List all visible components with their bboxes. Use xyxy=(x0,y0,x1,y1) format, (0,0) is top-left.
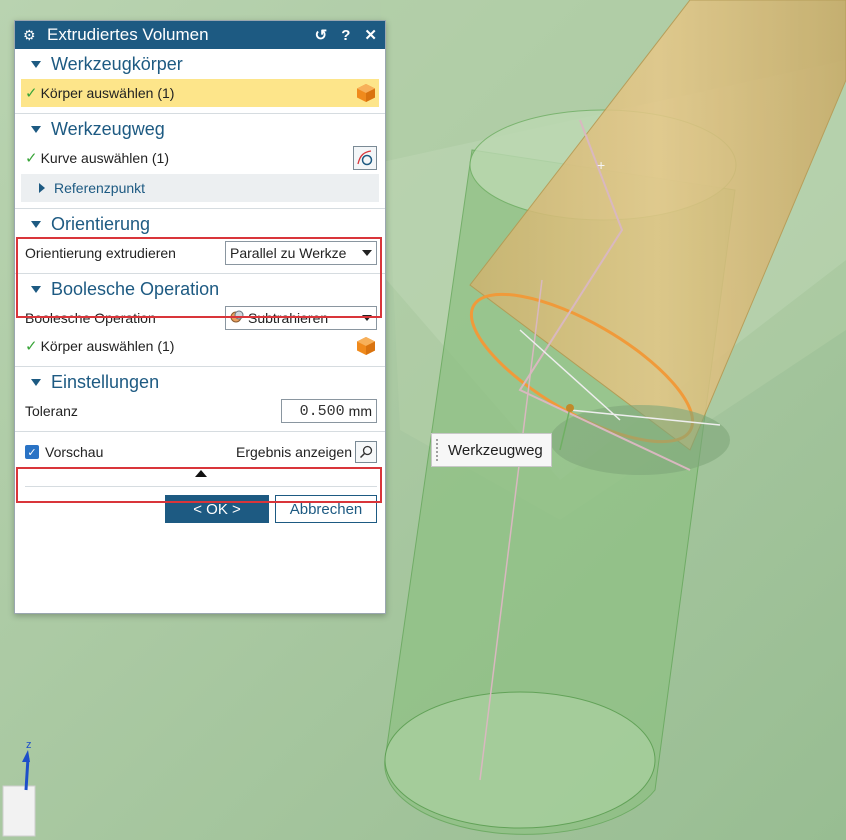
close-icon[interactable]: ✕ xyxy=(364,26,377,44)
extrude-volume-dialog: ⚙ Extrudiertes Volumen ↺ ? ✕ Werkzeugkör… xyxy=(14,20,386,614)
chevron-up-icon xyxy=(195,469,207,477)
tolerance-label: Toleranz xyxy=(25,403,78,419)
preview-checkbox[interactable]: ✓ xyxy=(25,445,39,459)
gear-icon: ⚙ xyxy=(23,26,36,43)
orientation-label: Orientierung extrudieren xyxy=(25,245,176,261)
orientation-value: Parallel zu Werkze xyxy=(230,245,347,261)
tolerance-input[interactable]: 0.500 mm xyxy=(281,399,377,423)
reference-point-group[interactable]: Referenzpunkt xyxy=(21,174,379,202)
chevron-down-icon xyxy=(362,250,372,256)
boolean-label: Boolesche Operation xyxy=(25,310,156,326)
collapse-toggle[interactable] xyxy=(25,466,377,480)
section-header-orientierung[interactable]: Orientierung xyxy=(21,209,379,239)
section-header-werkzeugkoerper[interactable]: Werkzeugkörper xyxy=(21,49,379,79)
search-icon[interactable] xyxy=(355,441,377,463)
cancel-button[interactable]: Abbrechen xyxy=(275,495,377,523)
ok-button[interactable]: < OK > xyxy=(165,495,269,523)
result-label: Ergebnis anzeigen xyxy=(236,444,352,460)
tolerance-unit: mm xyxy=(348,403,372,419)
boolean-value: Subtrahieren xyxy=(248,310,329,326)
reset-icon[interactable]: ↺ xyxy=(315,26,328,44)
expand-icon xyxy=(39,183,45,193)
collapse-icon xyxy=(31,285,41,293)
select-curve-row[interactable]: ✓ Kurve auswählen (1) xyxy=(21,144,379,172)
select-curve-label: Kurve auswählen (1) xyxy=(40,150,169,166)
select-target-label: Körper auswählen (1) xyxy=(40,338,175,354)
select-body-label: Körper auswählen (1) xyxy=(40,85,175,101)
section-orientierung: Orientierung Orientierung extrudieren Pa… xyxy=(15,209,385,274)
collapse-icon xyxy=(31,60,41,68)
select-target-body-row[interactable]: ✓ Körper auswählen (1) xyxy=(21,332,379,360)
orientation-row: Orientierung extrudieren Parallel zu Wer… xyxy=(21,239,379,267)
grip-handle xyxy=(435,438,439,462)
section-boolesche: Boolesche Operation Boolesche Operation … xyxy=(15,274,385,367)
axis-label-z: z xyxy=(26,739,32,751)
collapse-icon xyxy=(31,125,41,133)
orientation-dropdown[interactable]: Parallel zu Werkze xyxy=(225,241,377,265)
check-icon: ✓ xyxy=(25,85,38,102)
section-title: Einstellungen xyxy=(51,371,160,392)
section-header-werkzeugweg[interactable]: Werkzeugweg xyxy=(21,114,379,144)
tolerance-row: Toleranz 0.500 mm xyxy=(21,397,379,425)
section-header-boolesche[interactable]: Boolesche Operation xyxy=(21,274,379,304)
collapse-icon xyxy=(31,220,41,228)
boolean-dropdown[interactable]: Subtrahieren xyxy=(225,306,377,330)
section-title: Werkzeugweg xyxy=(51,118,165,139)
tolerance-value: 0.500 xyxy=(299,402,345,420)
check-icon: ✓ xyxy=(25,150,38,167)
select-body-row[interactable]: ✓ Körper auswählen (1) xyxy=(21,79,379,107)
dialog-titlebar[interactable]: ⚙ Extrudiertes Volumen ↺ ? ✕ xyxy=(15,21,385,49)
section-title: Orientierung xyxy=(51,213,151,234)
dialog-buttons: < OK > Abbrechen xyxy=(25,486,377,523)
section-title: Werkzeugkörper xyxy=(51,53,183,74)
section-einstellungen: Einstellungen Toleranz 0.500 mm xyxy=(15,367,385,432)
boolean-row: Boolesche Operation Subtrahieren xyxy=(21,304,379,332)
tooltip-text: Werkzeugweg xyxy=(448,441,543,459)
svg-text:+: + xyxy=(597,157,605,173)
cube-icon[interactable] xyxy=(355,82,377,104)
tooltip-werkzeugweg: Werkzeugweg xyxy=(431,433,552,467)
cube-icon[interactable] xyxy=(355,335,377,357)
check-icon: ✓ xyxy=(25,338,38,355)
section-title: Boolesche Operation xyxy=(51,278,220,299)
help-icon[interactable]: ? xyxy=(341,27,350,44)
subtract-icon xyxy=(230,310,244,327)
curve-icon[interactable] xyxy=(353,146,377,170)
collapse-icon xyxy=(31,378,41,386)
preview-row: ✓ Vorschau Ergebnis anzeigen xyxy=(25,438,377,466)
reference-point-label: Referenzpunkt xyxy=(54,180,146,196)
section-werkzeugkoerper: Werkzeugkörper ✓ Körper auswählen (1) xyxy=(15,49,385,114)
section-header-einstellungen[interactable]: Einstellungen xyxy=(21,367,379,397)
chevron-down-icon xyxy=(362,315,372,321)
section-werkzeugweg: Werkzeugweg ✓ Kurve auswählen (1) Refere… xyxy=(15,114,385,209)
preview-label: Vorschau xyxy=(45,444,104,460)
dialog-title: Extrudiertes Volumen xyxy=(47,25,209,44)
